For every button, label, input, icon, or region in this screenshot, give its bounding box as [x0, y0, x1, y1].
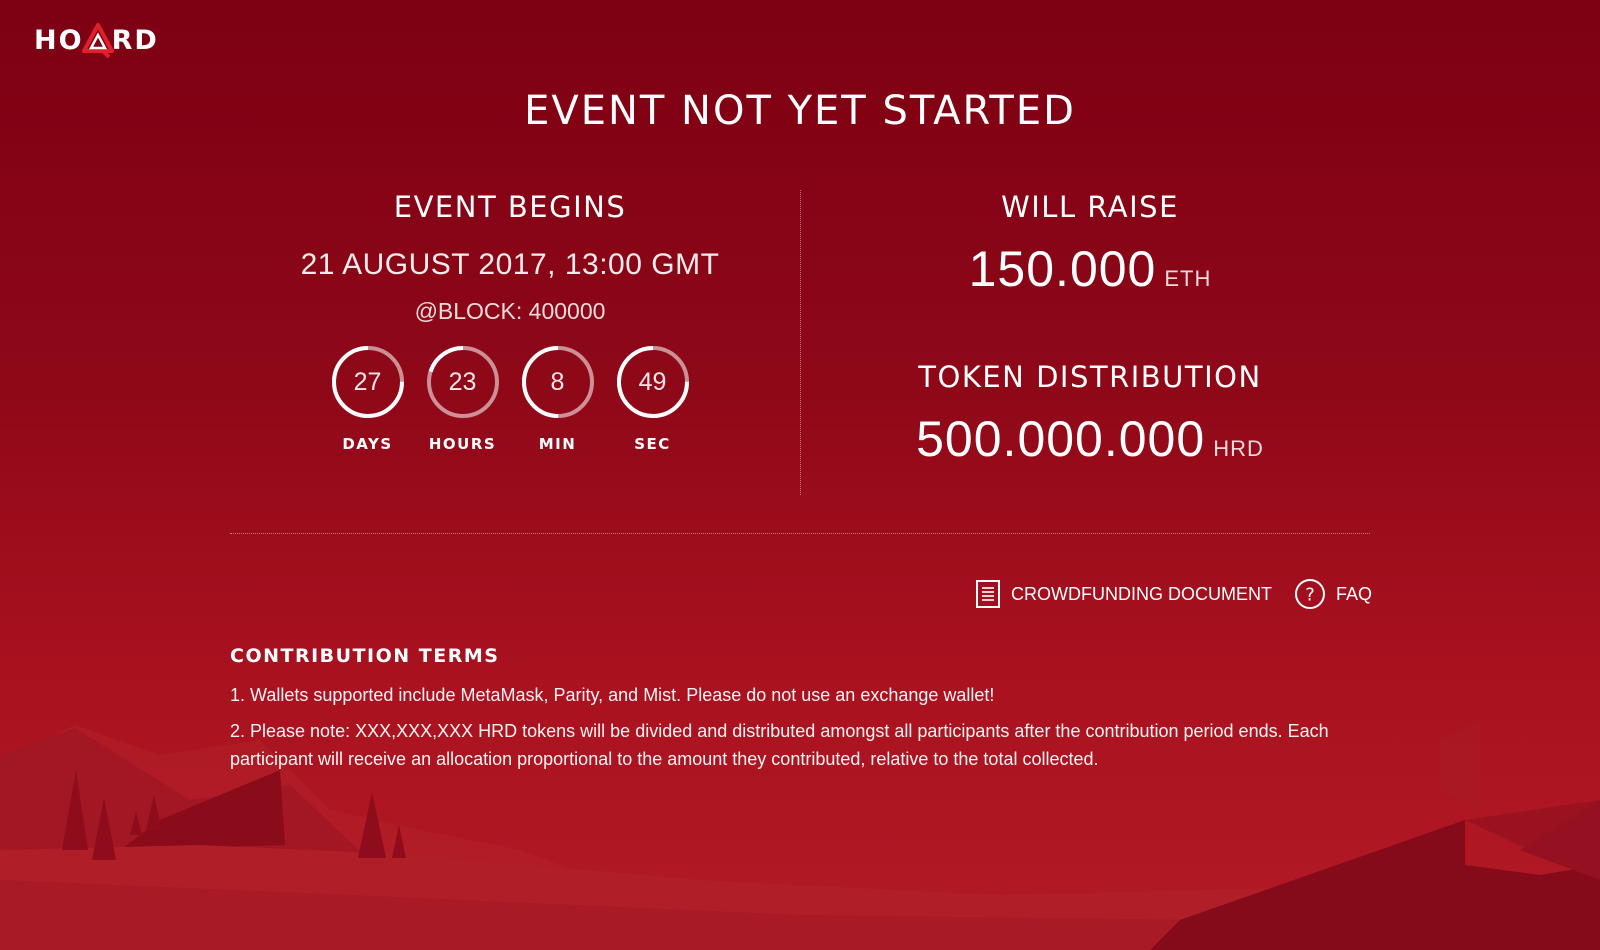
- countdown-ring: 8: [521, 345, 595, 419]
- raise-amount: 150.000: [968, 241, 1157, 297]
- hoard-logo[interactable]: HO RD: [34, 22, 159, 58]
- token-unit: HRD: [1213, 436, 1264, 461]
- will-raise-heading: WILL RAISE: [1001, 190, 1179, 224]
- svg-text:?: ?: [1305, 585, 1315, 606]
- countdown-label: SEC: [634, 435, 671, 453]
- logo-triangle-icon: [81, 23, 114, 58]
- countdown-label: DAYS: [342, 435, 393, 453]
- countdown-value: 8: [550, 368, 565, 396]
- raise-amount-row: 150.000 ETH: [805, 240, 1375, 298]
- event-date: 21 AUGUST 2017, 13:00 GMT: [300, 248, 720, 281]
- token-amount-row: 500.000.000 HRD: [805, 410, 1375, 468]
- logo-text-start: HO: [34, 24, 84, 56]
- countdown-ring: 49: [616, 345, 690, 419]
- resource-links: CROWDFUNDING DOCUMENT ? FAQ: [975, 578, 1372, 610]
- countdown-timer: 27 DAYS 23 HOURS 8 MIN 49 SEC: [230, 345, 790, 453]
- question-circle-icon: ?: [1294, 579, 1325, 609]
- countdown-hours: 23 HOURS: [426, 345, 500, 453]
- terms-item: 2. Please note: XXX,XXX,XXX HRD tokens w…: [230, 721, 1329, 769]
- document-icon: [976, 580, 1000, 608]
- countdown-sec: 49 SEC: [616, 345, 690, 453]
- countdown-value: 23: [448, 368, 477, 396]
- crowdfunding-document-label: CROWDFUNDING DOCUMENT: [1011, 583, 1272, 604]
- countdown-value: 49: [638, 368, 667, 396]
- page-title: EVENT NOT YET STARTED: [524, 88, 1076, 134]
- contribution-terms-heading: CONTRIBUTION TERMS: [230, 645, 500, 667]
- countdown-days: 27 DAYS: [331, 345, 405, 453]
- countdown-label: MIN: [538, 435, 577, 453]
- faq-label: FAQ: [1335, 583, 1372, 604]
- crowdfunding-document-link[interactable]: CROWDFUNDING DOCUMENT: [975, 579, 1272, 609]
- event-begins-heading: EVENT BEGINS: [393, 190, 627, 224]
- event-begins-panel: EVENT BEGINS 21 AUGUST 2017, 13:00 GMT @…: [230, 190, 790, 453]
- countdown-label: HOURS: [428, 435, 497, 453]
- horizontal-divider: [230, 533, 1370, 534]
- contribution-terms: CONTRIBUTION TERMS 1. Wallets supported …: [230, 645, 1375, 781]
- token-distribution-heading: TOKEN DISTRIBUTION: [918, 360, 1262, 394]
- raise-unit: ETH: [1164, 266, 1212, 291]
- raise-panel: WILL RAISE 150.000 ETH TOKEN DISTRIBUTION…: [805, 190, 1375, 468]
- countdown-ring: 23: [426, 345, 500, 419]
- vertical-divider: [800, 190, 801, 495]
- event-block-number: @BLOCK: 400000: [414, 298, 606, 324]
- faq-link[interactable]: ? FAQ: [1294, 578, 1372, 610]
- token-amount: 500.000.000: [916, 411, 1206, 467]
- countdown-min: 8 MIN: [521, 345, 595, 453]
- countdown-value: 27: [353, 368, 382, 396]
- logo-text-end: RD: [111, 24, 159, 56]
- terms-item: 1. Wallets supported include MetaMask, P…: [230, 685, 995, 705]
- countdown-ring: 27: [331, 345, 405, 419]
